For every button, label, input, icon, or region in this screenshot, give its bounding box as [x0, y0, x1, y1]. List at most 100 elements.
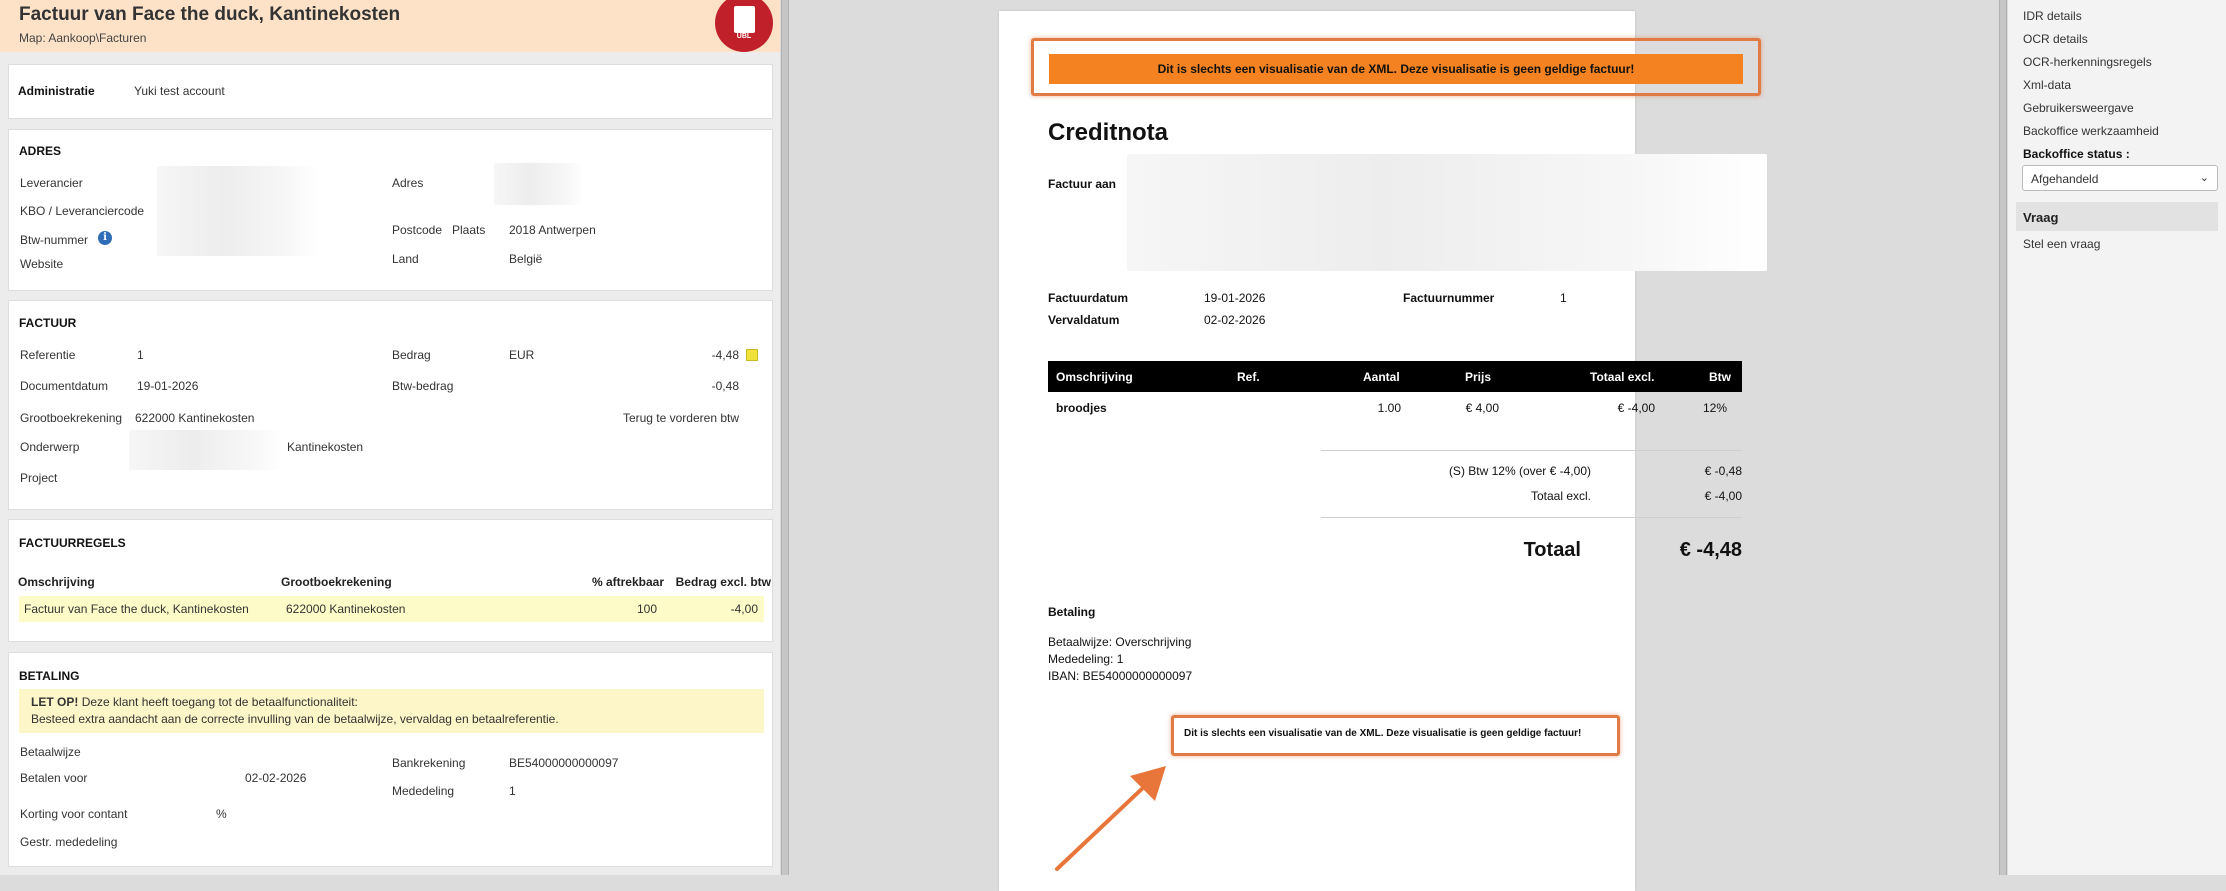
- invoice-section-title: FACTUUR: [19, 316, 77, 330]
- top-banner: Dit is slechts een visualisatie van de X…: [1049, 54, 1743, 84]
- line-quantity: 1.00: [1377, 401, 1401, 415]
- row-ledger: 622000 Kantinekosten: [286, 602, 406, 616]
- divider: [1321, 450, 1742, 451]
- th-vat: Btw: [1709, 370, 1731, 384]
- warning-line-2: Besteed extra aandacht aan de correcte i…: [31, 712, 559, 726]
- ubl-label: UBL: [736, 33, 752, 40]
- payment-method: Betaalwijze: Overschrijving: [1048, 635, 1192, 649]
- pay-before-value: 02-02-2026: [245, 771, 307, 785]
- administration-value: Yuki test account: [134, 84, 225, 98]
- ledger-label: Grootboekrekening: [20, 411, 123, 425]
- warning-bold: LET OP!: [31, 695, 79, 709]
- ledger-value: 622000 Kantinekosten: [135, 411, 255, 425]
- cash-discount-label: Korting voor contant: [20, 807, 128, 821]
- invoice-lines-title: FACTUURREGELS: [19, 536, 126, 550]
- th-total-excl: Totaal excl.: [1590, 370, 1655, 384]
- country-label: Land: [392, 252, 419, 266]
- right-sidebar: IDR details OCR details OCR-herkenningsr…: [2008, 0, 2226, 875]
- vat-amount-value: -0,48: [711, 379, 739, 393]
- website-label: Website: [20, 257, 64, 271]
- subject-label: Onderwerp: [20, 440, 80, 454]
- link-backoffice-task[interactable]: Backoffice werkzaamheid: [2023, 124, 2159, 138]
- line-description: broodjes: [1056, 401, 1107, 415]
- right-splitter[interactable]: [1999, 0, 2007, 875]
- row-amount: -4,00: [730, 602, 758, 616]
- bottom-banner: Dit is slechts een visualisatie van de X…: [1184, 728, 1582, 739]
- backoffice-status-label: Backoffice status :: [2023, 147, 2130, 161]
- chevron-down-icon: ⌄: [2199, 172, 2209, 184]
- row-deductible: 100: [636, 602, 657, 616]
- invoice-header: Factuur van Face the duck, Kantinekosten…: [0, 0, 780, 52]
- address-section-title: ADRES: [19, 144, 62, 158]
- th-quantity: Aantal: [1363, 370, 1400, 384]
- document-icon: [734, 6, 755, 33]
- info-icon[interactable]: i: [98, 231, 112, 245]
- invoice-date-value: 19-01-2026: [1204, 291, 1266, 305]
- link-user-view[interactable]: Gebruikersweergave: [2023, 101, 2134, 115]
- status-indicator: [746, 349, 758, 361]
- due-date-label: Vervaldatum: [1048, 313, 1120, 327]
- left-splitter[interactable]: [781, 0, 789, 875]
- redacted-supplier-info: [157, 166, 319, 256]
- redacted-subject: [129, 430, 283, 470]
- postcode-label: Postcode: [392, 223, 443, 237]
- invoice-title: Factuur van Face the duck, Kantinekosten: [19, 4, 401, 25]
- country-value: België: [509, 252, 543, 266]
- payment-message: Mededeling: 1: [1048, 652, 1124, 666]
- payment-warning: LET OP! Deze klant heeft toegang tot de …: [19, 689, 764, 733]
- row-description: Factuur van Face the duck, Kantinekosten: [24, 602, 249, 616]
- grand-total-label: Totaal: [1523, 539, 1581, 561]
- link-ocr-rules[interactable]: OCR-herkenningsregels: [2023, 55, 2152, 69]
- grand-total-value: € -4,48: [1679, 539, 1742, 561]
- th-description: Omschrijving: [1056, 370, 1133, 384]
- link-idr-details[interactable]: IDR details: [2023, 9, 2082, 23]
- invoice-lines-card: FACTUURREGELS Omschrijving Grootboekreke…: [8, 519, 773, 642]
- message-value: 1: [509, 784, 516, 798]
- link-ask-question[interactable]: Stel een vraag: [2023, 237, 2100, 251]
- supplier-label: Leverancier: [20, 176, 83, 190]
- backoffice-status-select[interactable]: Afgehandeld ⌄: [2022, 165, 2218, 191]
- col-description: Omschrijving: [18, 575, 95, 589]
- address-card: ADRES Leverancier KBO / Leveranciercode …: [8, 129, 773, 291]
- link-xml-data[interactable]: Xml-data: [2023, 78, 2071, 92]
- payment-section-title: BETALING: [19, 669, 80, 683]
- recoverable-vat-label: Terug te vorderen btw: [622, 411, 739, 425]
- table-row[interactable]: Factuur van Face the duck, Kantinekosten…: [19, 596, 764, 622]
- invoice-details-panel: Factuur van Face the duck, Kantinekosten…: [0, 0, 780, 875]
- due-date-value: 02-02-2026: [1204, 313, 1266, 327]
- ubl-badge[interactable]: UBL: [715, 0, 773, 52]
- total-excl-value: € -4,00: [1704, 489, 1742, 503]
- lines-table-header: Omschrijving Ref. Aantal Prijs Totaal ex…: [1048, 361, 1742, 392]
- address-label: Adres: [392, 176, 424, 190]
- administration-label: Administratie: [18, 84, 95, 98]
- folder-path: Map: Aankoop\Facturen: [19, 31, 147, 45]
- status-selected-value: Afgehandeld: [2031, 172, 2099, 186]
- link-ocr-details[interactable]: OCR details: [2023, 32, 2088, 46]
- cash-discount-unit: %: [216, 807, 227, 821]
- invoice-number-value: 1: [1560, 291, 1567, 305]
- invoice-date-label: Factuurdatum: [1048, 291, 1129, 305]
- th-ref: Ref.: [1237, 370, 1260, 384]
- divider: [1321, 517, 1742, 518]
- document-title: Creditnota: [1048, 119, 1168, 146]
- line-vat: 12%: [1702, 401, 1727, 415]
- vat-summary-value: € -0,48: [1704, 464, 1742, 478]
- line-price: € 4,00: [1465, 401, 1499, 415]
- amount-label: Bedrag: [392, 348, 431, 362]
- payment-iban: IBAN: BE54000000000097: [1048, 669, 1193, 683]
- document-date-label: Documentdatum: [20, 379, 109, 393]
- invoice-card: FACTUUR Referentie 1 Documentdatum 19-01…: [8, 300, 773, 510]
- vat-number-label: Btw-nummer: [20, 233, 89, 247]
- city-value: 2018 Antwerpen: [509, 223, 596, 237]
- structured-message-label: Gestr. mededeling: [20, 835, 118, 849]
- th-price: Prijs: [1465, 370, 1492, 384]
- col-deductible: % aftrekbaar: [591, 575, 664, 589]
- payment-card: BETALING LET OP! Deze klant heeft toegan…: [8, 652, 773, 867]
- subject-value: Kantinekosten: [287, 440, 364, 454]
- bank-account-label: Bankrekening: [392, 756, 466, 770]
- col-amount-excl: Bedrag excl. btw: [675, 575, 771, 589]
- vat-summary-label: (S) Btw 12% (over € -4,00): [1448, 464, 1591, 478]
- payment-title: Betaling: [1048, 605, 1096, 619]
- document-date-value: 19-01-2026: [137, 379, 199, 393]
- question-header: Vraag: [2016, 202, 2218, 231]
